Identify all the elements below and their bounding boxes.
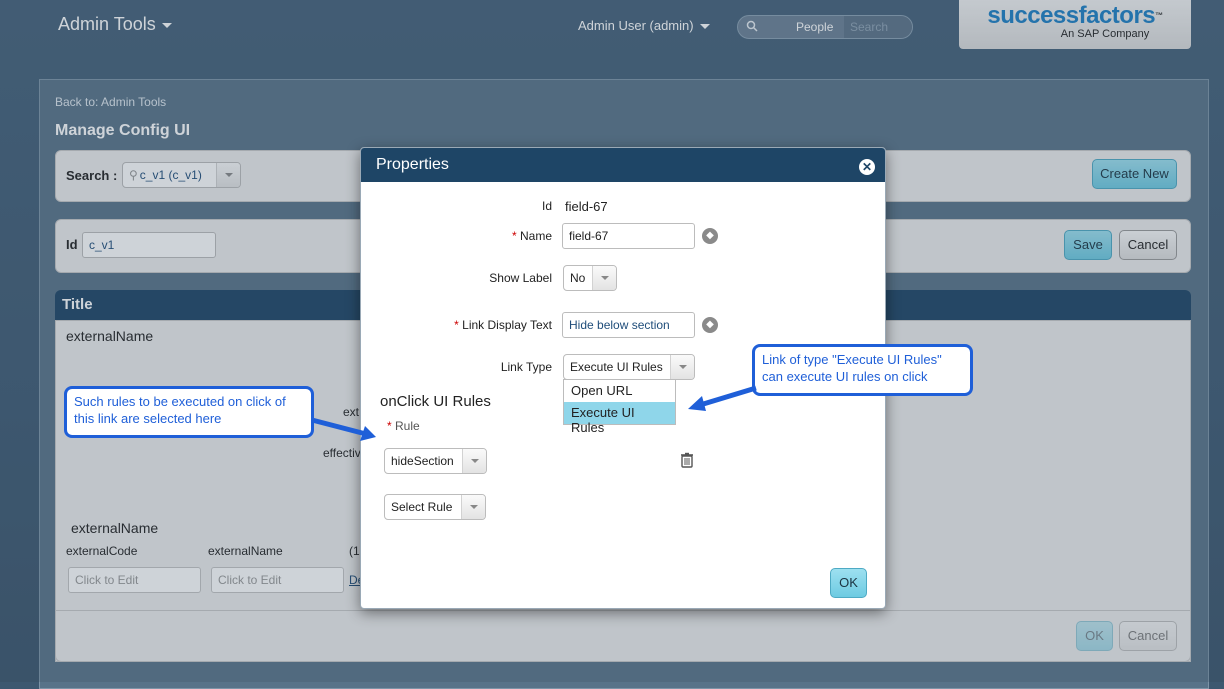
chevron-down-icon[interactable] xyxy=(462,449,486,473)
link-text-field-label: * Link Display Text xyxy=(454,318,552,332)
chevron-down-icon[interactable] xyxy=(592,266,616,290)
name-input[interactable]: field-67 xyxy=(562,223,695,249)
id-field-label: Id xyxy=(541,199,552,213)
chevron-down-icon[interactable] xyxy=(461,495,485,519)
id-field-value: field-67 xyxy=(565,199,608,214)
link-type-dropdown: Open URL Execute UI Rules xyxy=(563,379,676,435)
callout-arrow-right xyxy=(688,385,757,411)
link-display-text-input[interactable]: Hide below section xyxy=(562,312,695,338)
show-label-value: No xyxy=(570,271,586,285)
translate-icon[interactable]: ◆ xyxy=(702,317,718,333)
show-label-field-label: Show Label xyxy=(489,271,552,285)
trash-icon[interactable] xyxy=(680,452,694,468)
select-rule-select[interactable]: Select Rule xyxy=(384,494,486,520)
link-type-value: Execute UI Rules xyxy=(570,360,663,374)
callout-link-type: Link of type "Execute UI Rules" can exec… xyxy=(752,344,973,396)
callout-rules: Such rules to be executed on click of th… xyxy=(64,386,314,438)
link-type-field-label: Link Type xyxy=(500,360,552,374)
rule-value: hideSection xyxy=(391,454,454,468)
link-type-select[interactable]: Execute UI Rules xyxy=(563,354,695,380)
rule-label: * Rule xyxy=(387,419,420,433)
onclick-rules-heading: onClick UI Rules xyxy=(380,393,491,410)
name-field-label: * Name xyxy=(511,229,552,243)
chevron-down-icon[interactable] xyxy=(670,355,694,379)
show-label-select[interactable]: No xyxy=(563,265,617,291)
translate-icon[interactable]: ◆ xyxy=(702,228,718,244)
option-execute-ui-rules[interactable]: Execute UI Rules xyxy=(564,402,675,435)
ok-button[interactable]: OK xyxy=(830,568,867,598)
rule-select[interactable]: hideSection xyxy=(384,448,487,474)
dialog-title: Properties xyxy=(361,148,885,182)
callout-arrow-left xyxy=(311,417,376,441)
close-icon[interactable]: ✕ xyxy=(859,159,875,175)
select-rule-value: Select Rule xyxy=(391,500,453,514)
option-open-url[interactable]: Open URL xyxy=(564,380,675,402)
